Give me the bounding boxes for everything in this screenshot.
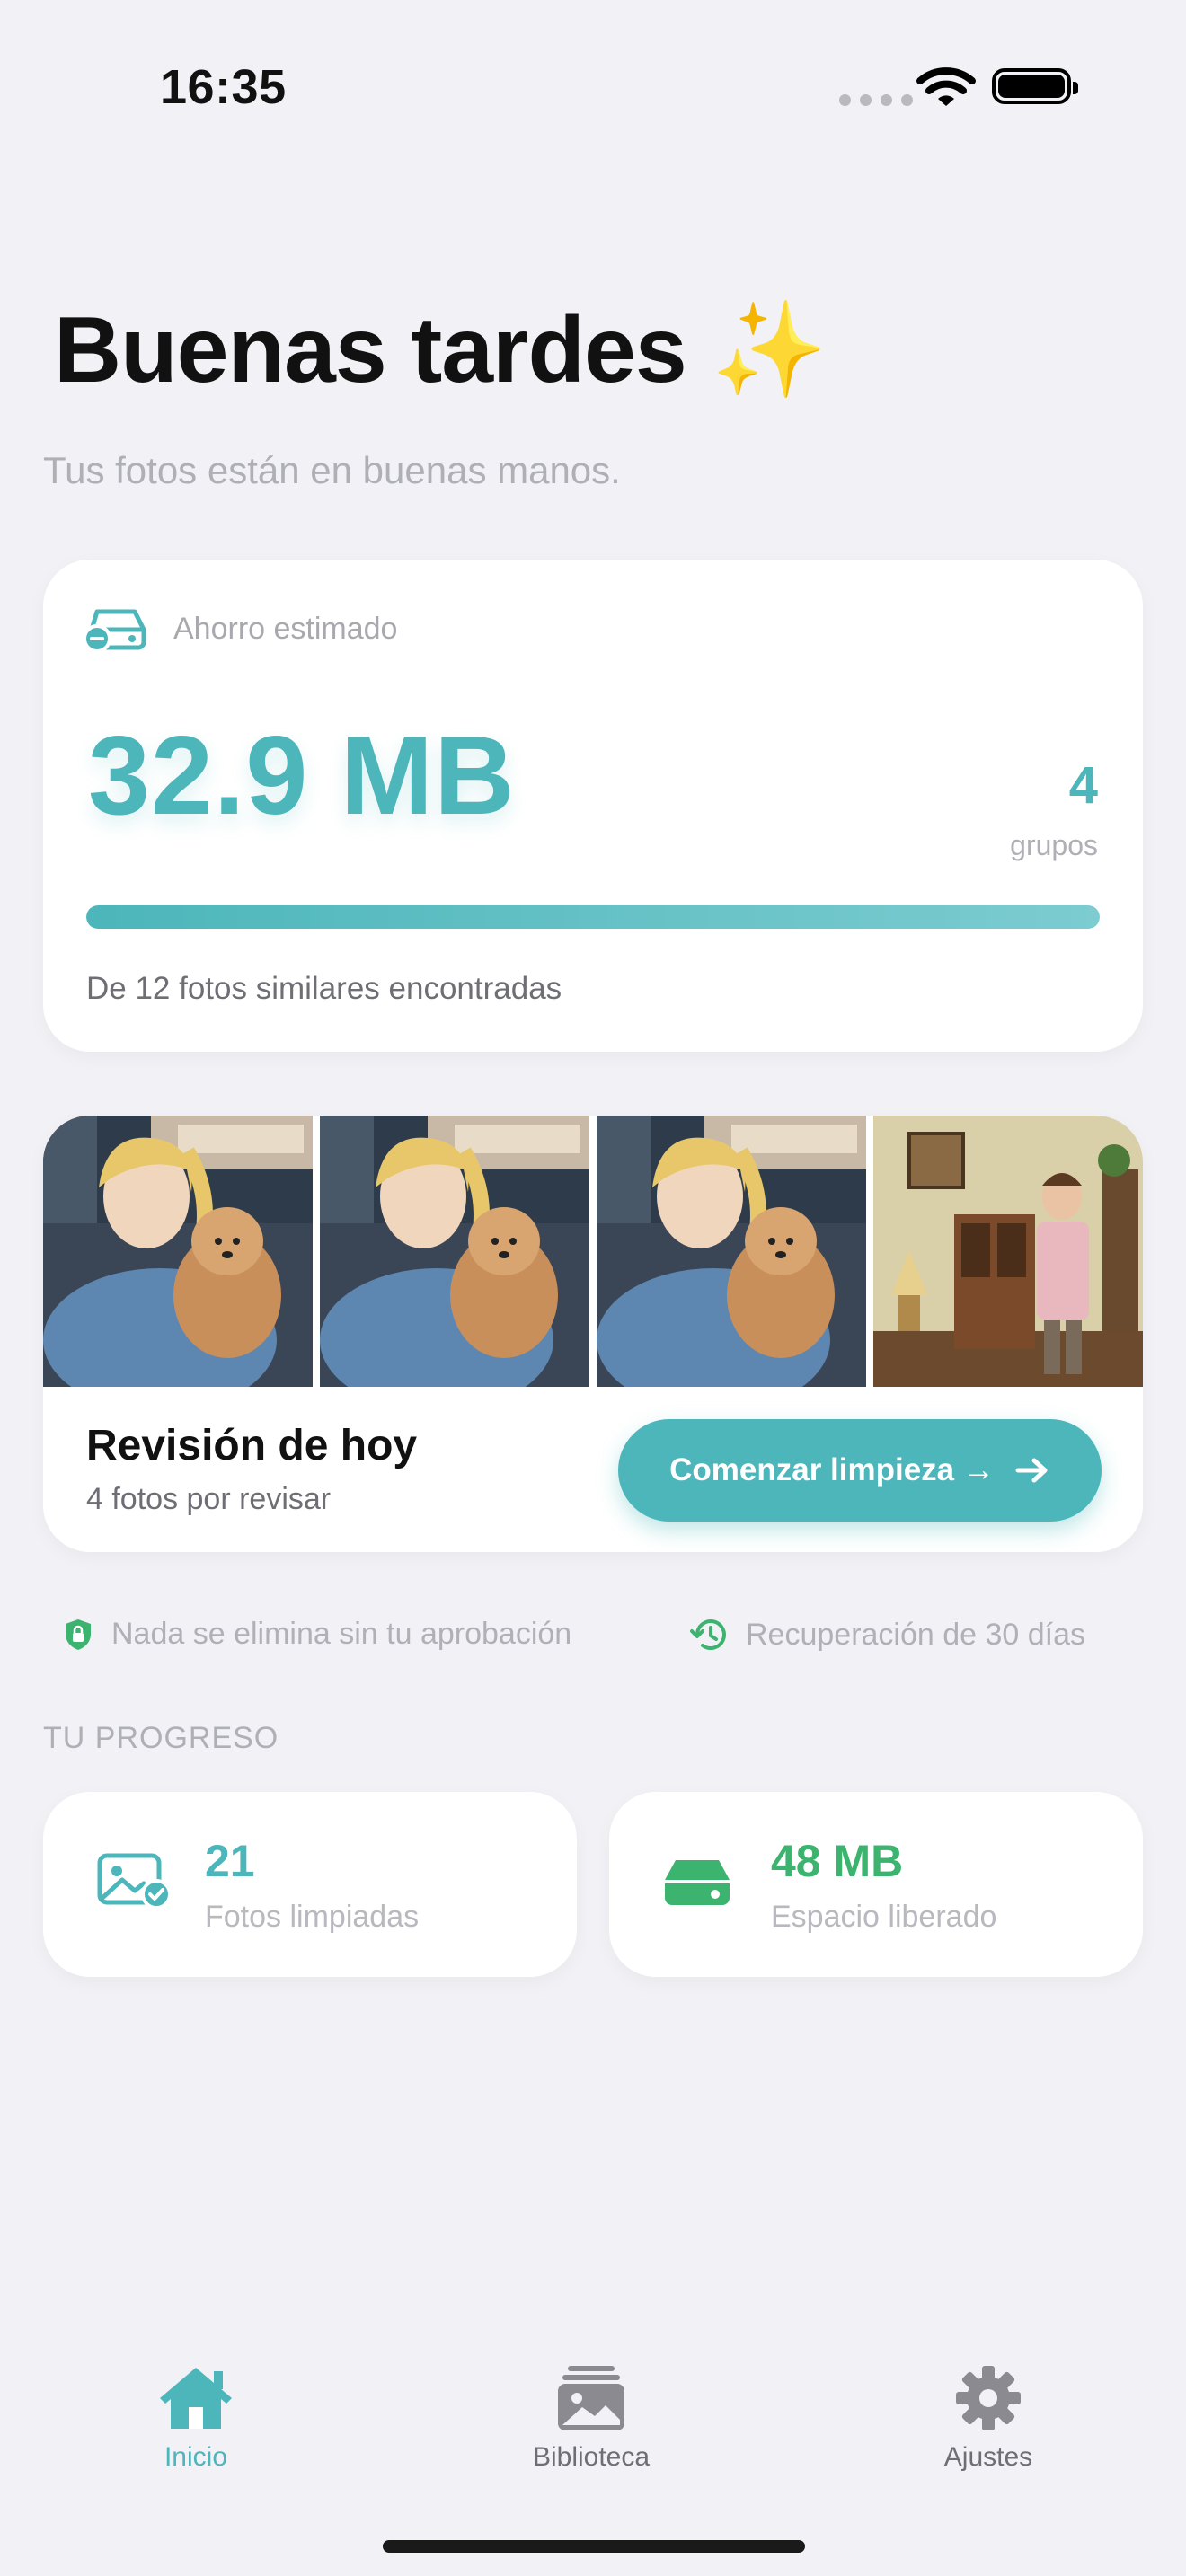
tab-inicio[interactable]: Inicio — [88, 2364, 304, 2473]
savings-value: 32.9 MB — [88, 714, 516, 838]
house-icon — [160, 2368, 232, 2429]
savings-progress-fill — [86, 905, 1100, 929]
photos-cleaned-label: Fotos limpiadas — [205, 1900, 420, 1934]
tab-biblioteca-label: Biblioteca — [532, 2442, 651, 2472]
tab-ajustes[interactable]: Ajustes — [881, 2364, 1096, 2473]
review-card[interactable]: Revisión de hoy 4 fotos por revisar Come… — [43, 1116, 1143, 1552]
photos-cleaned-card: 21 Fotos limpiadas — [43, 1792, 577, 1977]
tab-ajustes-label: Ajustes — [943, 2442, 1033, 2472]
savings-card[interactable]: Ahorro estimado 32.9 MB 4 grupos De 12 f… — [43, 560, 1143, 1052]
group-label: grupos — [1010, 829, 1098, 861]
photos-cleaned-value: 21 — [205, 1836, 255, 1886]
greeting-subtitle: Tus fotos están en buenas manos. — [43, 449, 621, 491]
start-cleanup-button[interactable]: Comenzar limpieza → — [618, 1419, 1102, 1522]
space-freed-label: Espacio liberado — [771, 1900, 997, 1934]
photo-thumbnail[interactable] — [597, 1116, 866, 1387]
tab-inicio-label: Inicio — [164, 2442, 228, 2472]
storage-drive-icon — [665, 1860, 730, 1905]
review-subtitle: 4 fotos por revisar — [86, 1482, 332, 1516]
greeting-title: Buenas tardes ✨ — [54, 298, 828, 402]
space-freed-value: 48 MB — [771, 1836, 904, 1886]
savings-progress-bar — [86, 905, 1100, 929]
photo-thumbnail[interactable] — [43, 1116, 313, 1387]
photo-stack-icon — [558, 2366, 624, 2430]
savings-label: Ahorro estimado — [173, 612, 398, 646]
drive-minus-icon — [83, 609, 146, 653]
history-icon — [690, 1619, 726, 1650]
start-cleanup-label: Comenzar limpieza → — [669, 1452, 995, 1487]
group-count: 4 — [1068, 756, 1098, 815]
approval-note: Nada se elimina sin tu aprobación — [63, 1617, 571, 1652]
battery-icon — [992, 68, 1078, 104]
photo-thumbnail[interactable] — [320, 1116, 589, 1387]
review-thumbnails — [43, 1116, 1143, 1387]
progress-section-title: TU PROGRESO — [43, 1721, 279, 1755]
review-title: Revisión de hoy — [86, 1422, 418, 1469]
gear-icon — [956, 2366, 1021, 2430]
wifi-icon — [916, 67, 976, 106]
home-indicator[interactable] — [383, 2540, 805, 2553]
cellular-signal-icon — [839, 94, 913, 106]
tab-biblioteca[interactable]: Biblioteca — [483, 2364, 699, 2473]
status-time: 16:35 — [160, 60, 287, 114]
approval-text: Nada se elimina sin tu aprobación — [111, 1617, 572, 1651]
savings-note: De 12 fotos similares encontradas — [86, 971, 562, 1006]
photo-thumbnail[interactable] — [873, 1116, 1143, 1387]
space-freed-card: 48 MB Espacio liberado — [609, 1792, 1143, 1977]
photo-check-icon — [97, 1853, 172, 1910]
recovery-text: Recuperación de 30 días — [746, 1617, 1086, 1652]
arrow-right-icon — [1015, 1458, 1048, 1483]
shield-lock-icon — [66, 1619, 91, 1650]
recovery-note: Recuperación de 30 días — [690, 1617, 1085, 1653]
